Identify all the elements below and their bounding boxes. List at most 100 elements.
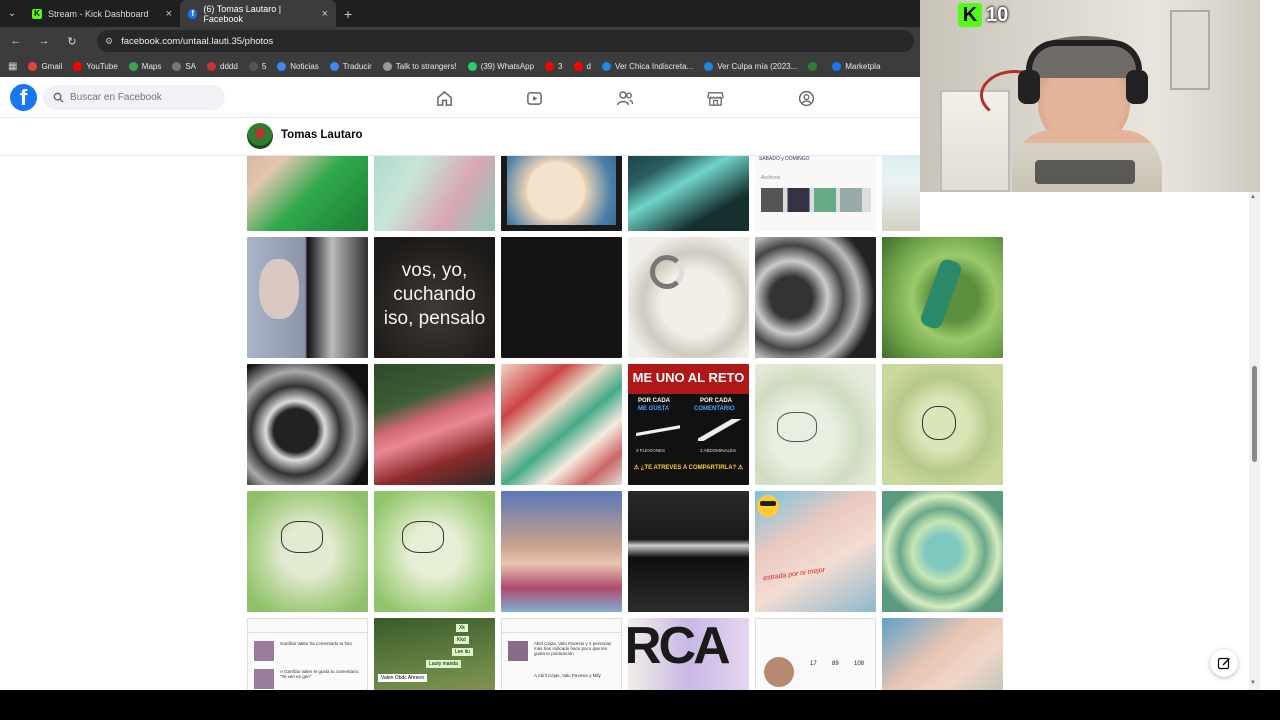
bookmark-item[interactable]: Ver Chica Indiscreta... — [601, 61, 693, 71]
photo-caption: Archivos — [761, 175, 781, 181]
kick-favicon-icon: K — [32, 8, 42, 19]
scroll-up-icon[interactable]: ▲ — [1250, 194, 1256, 200]
bookmark-label: SA — [185, 61, 197, 71]
photo-thumbnail[interactable]: estrada por ni mejor — [755, 491, 876, 612]
photo-thumbnail[interactable] — [501, 237, 622, 358]
photo-thumbnail[interactable] — [374, 491, 495, 612]
facebook-logo-icon[interactable]: f — [10, 84, 37, 111]
bookmark-item[interactable]: Maps — [128, 61, 162, 71]
tab-facebook[interactable]: f (6) Tomas Lautaro | Facebook × — [180, 0, 336, 27]
back-icon[interactable]: ← — [9, 35, 23, 47]
photo-thumbnail[interactable] — [374, 156, 495, 231]
photo-text: COMENTARIO — [694, 406, 735, 412]
bookmark-item[interactable]: dddd — [207, 61, 238, 71]
gaming-icon[interactable] — [797, 89, 815, 107]
bookmark-favicon-icon — [832, 61, 842, 71]
photo-thumbnail[interactable]: vos, yo, cuchando iso, pensalo — [374, 237, 495, 358]
bookmark-item[interactable]: Gmail — [28, 61, 62, 71]
photo-thumbnail[interactable] — [628, 491, 749, 612]
tab-kick-dashboard[interactable]: K Stream - Kick Dashboard × — [24, 0, 180, 27]
photo-thumbnail[interactable]: SABADO y DOMINGO Archivos — [755, 156, 876, 231]
photo-thumbnail[interactable]: RCA — [628, 618, 749, 690]
profile-avatar[interactable] — [247, 123, 273, 149]
photo-thumbnail[interactable]: ME UNO AL RETO POR CADA ME GUSTA POR CAD… — [628, 364, 749, 485]
bookmark-item[interactable]: Marketpla — [832, 61, 881, 71]
bookmark-item[interactable] — [808, 61, 821, 71]
new-tab-button[interactable]: + — [336, 0, 360, 27]
bookmark-label: (39) WhatsApp — [480, 61, 535, 71]
bookmark-favicon-icon — [28, 61, 38, 71]
photo-thumbnail[interactable] — [247, 156, 368, 231]
photo-text: vos, yo, cuchando iso, pensalo — [383, 260, 486, 329]
home-icon[interactable] — [435, 89, 453, 107]
url-bar[interactable]: ⚙ facebook.com/untaal.lauti.35/photos — [97, 30, 914, 52]
photo-caption: estrada por ni mejor — [762, 566, 826, 583]
facebook-search[interactable] — [43, 85, 225, 110]
compose-icon — [1217, 657, 1230, 670]
bookmark-item[interactable]: Noticias — [277, 61, 319, 71]
photo-caption: SABADO y DOMINGO — [759, 156, 810, 162]
photo-thumbnail[interactable] — [374, 364, 495, 485]
photo-thumbnail[interactable] — [882, 364, 1003, 485]
scrollbar-thumb[interactable] — [1252, 366, 1257, 462]
photo-thumbnail[interactable] — [755, 237, 876, 358]
search-input[interactable] — [70, 92, 220, 103]
photo-thumbnail[interactable] — [501, 156, 622, 231]
photo-thumbnail[interactable]: Garribia Valen ha comentado tu foto A Ga… — [247, 618, 368, 690]
bookmark-favicon-icon — [382, 61, 392, 71]
photo-thumbnail[interactable] — [882, 491, 1003, 612]
bookmark-favicon-icon — [207, 61, 217, 71]
close-tab-icon[interactable]: × — [166, 8, 172, 20]
photo-thumbnail[interactable]: Xk Kkd Lee itu Lauty manda Valen Obdc Ah… — [374, 618, 495, 690]
bookmark-favicon-icon — [573, 61, 583, 71]
photo-thumbnail[interactable] — [755, 364, 876, 485]
page-scrollbar[interactable]: ▲ ▼ — [1249, 192, 1260, 690]
bookmark-item[interactable]: (39) WhatsApp — [467, 61, 535, 71]
bookmark-item[interactable]: Talk to strangers! — [382, 61, 457, 71]
photo-text: POR CADA — [700, 398, 733, 404]
bookmark-item[interactable]: d — [573, 61, 591, 71]
viewer-count-badge: K 10 — [958, 3, 1008, 27]
photo-thumbnail[interactable] — [882, 156, 920, 231]
photo-thumbnail[interactable] — [247, 237, 368, 358]
video-icon[interactable] — [525, 89, 543, 107]
apps-icon[interactable]: ▦ — [8, 61, 17, 72]
photo-thumbnail[interactable] — [628, 237, 749, 358]
bookmark-item[interactable]: Ver Culpa mía (2023... — [704, 61, 797, 71]
bookmark-item[interactable]: SA — [172, 61, 197, 71]
bookmark-item[interactable]: YouTube — [73, 61, 118, 71]
photo-thumbnail[interactable]: 17 89 108 — [755, 618, 876, 690]
forward-icon[interactable]: → — [37, 35, 51, 47]
photo-thumbnail[interactable] — [882, 237, 1003, 358]
photo-thumbnail[interactable] — [628, 156, 749, 231]
notification-text: Abril Cejas, Valu Pavesio y 2 personas m… — [534, 641, 612, 656]
photo-thumbnail[interactable] — [247, 364, 368, 485]
bookmark-label: Traducir — [342, 61, 372, 71]
marketplace-icon[interactable] — [706, 89, 724, 107]
photo-text: ME UNO AL RETO — [632, 370, 745, 385]
bookmark-item[interactable]: Traducir — [329, 61, 372, 71]
photo-thumbnail[interactable] — [501, 364, 622, 485]
bookmark-label: Talk to strangers! — [395, 61, 457, 71]
tab-search-icon[interactable]: ⌄ — [0, 0, 24, 27]
bookmark-item[interactable]: 3 — [545, 61, 563, 71]
photo-thumbnail[interactable] — [882, 618, 1003, 690]
photo-thumbnail[interactable]: Abril Cejas, Valu Pavesio y 2 personas m… — [501, 618, 622, 690]
photo-thumbnail[interactable] — [247, 491, 368, 612]
reload-icon[interactable]: ↻ — [65, 35, 79, 48]
friends-icon[interactable] — [616, 89, 634, 107]
bookmark-item[interactable]: 5 — [248, 61, 266, 71]
photo-thumbnail[interactable] — [501, 491, 622, 612]
bookmarks-bar: ▦ Gmail YouTube Maps SA dddd 5 Noticias Traduci… — [0, 55, 920, 77]
site-info-icon[interactable]: ⚙ — [105, 36, 113, 47]
new-message-button[interactable] — [1210, 649, 1238, 677]
bookmark-label: Maps — [141, 61, 162, 71]
profile-name[interactable]: Tomas Lautaro — [281, 129, 363, 141]
scroll-down-icon[interactable]: ▼ — [1250, 680, 1256, 686]
browser-tab-bar: ⌄ K Stream - Kick Dashboard × f (6) Toma… — [0, 0, 920, 27]
bookmark-label: Marketpla — [845, 61, 881, 71]
bookmark-favicon-icon — [329, 61, 339, 71]
address-bar-row: ← → ↻ ⚙ facebook.com/untaal.lauti.35/pho… — [0, 27, 920, 55]
screen-bottom-bar — [0, 690, 1280, 720]
close-tab-icon[interactable]: × — [322, 8, 328, 20]
